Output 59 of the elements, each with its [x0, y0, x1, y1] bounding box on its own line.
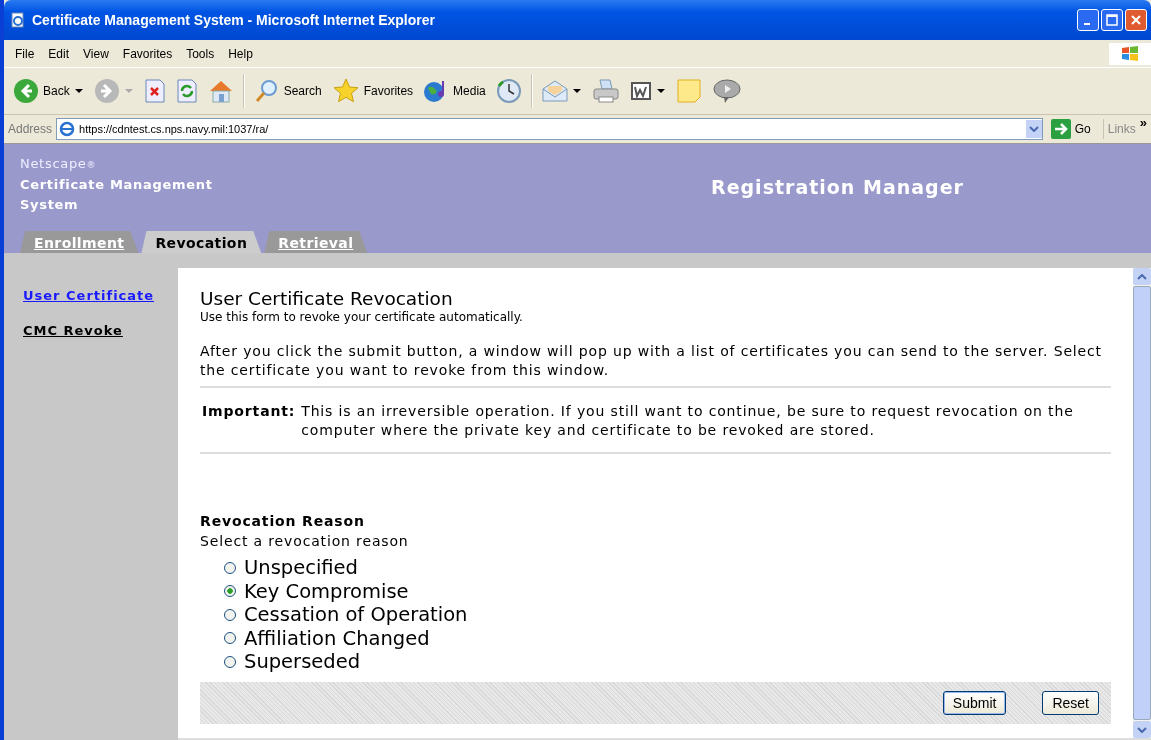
close-button[interactable] — [1125, 9, 1147, 31]
menu-item[interactable]: Help — [221, 46, 260, 61]
form-button[interactable]: Reset — [1042, 690, 1099, 715]
scroll-down-button[interactable] — [1133, 721, 1151, 738]
maximize-icon — [1106, 14, 1118, 26]
chevron-button[interactable]: » — [1139, 115, 1147, 130]
sidebar-link[interactable]: User Certificate — [23, 288, 178, 303]
radio-button[interactable] — [224, 608, 236, 621]
vertical-scrollbar[interactable] — [1133, 268, 1151, 738]
media-button[interactable]: Media — [420, 76, 489, 106]
app-title: Registration Manager — [711, 176, 964, 200]
back-button[interactable]: Back — [10, 76, 73, 106]
address-field[interactable]: https://cdntest.cs.nps.navy.mil:1037/ra/ — [56, 118, 1043, 140]
page-heading: User Certificate Revocation — [200, 288, 454, 309]
scroll-up-button[interactable] — [1133, 268, 1151, 285]
radio-button[interactable] — [224, 655, 236, 668]
maximize-button[interactable] — [1101, 9, 1123, 31]
sidebar-link[interactable]: CMC Revoke — [23, 323, 178, 338]
caret-up-icon — [1137, 273, 1147, 280]
instructions-text: After you click the submit button, a window will pop up with a list of certificates you can send to the server. Select the certificate you want to revoke from this window. — [200, 342, 1111, 388]
product-name: Certificate Management System — [20, 176, 214, 214]
important-text: This is an irreversible operation. If you still want to continue, be sure to request revocation on the computer where the private key and certificate to be revoked are stored. — [301, 402, 1075, 440]
radio-button[interactable] — [224, 632, 236, 645]
radio-option[interactable]: Superseded — [224, 650, 1111, 674]
form-button[interactable]: Submit — [942, 690, 1007, 715]
search-button[interactable]: Search — [250, 76, 325, 106]
menu-item[interactable]: View — [76, 46, 116, 61]
close-icon — [1130, 14, 1142, 26]
section-hint: Select a revocation reason — [200, 532, 410, 551]
star-icon — [331, 78, 360, 104]
windows-logo-icon — [1119, 43, 1141, 64]
dropdown-arrow-icon[interactable] — [656, 88, 665, 94]
favorites-button[interactable]: Favorites — [328, 76, 417, 106]
radio-button[interactable] — [224, 561, 236, 574]
tab[interactable]: Revocation — [141, 231, 262, 253]
dropdown-arrow-icon[interactable] — [74, 88, 83, 94]
radio-option[interactable]: Affiliation Changed — [224, 626, 1111, 650]
go-button[interactable]: Go — [1046, 119, 1104, 139]
important-label: Important: — [202, 402, 296, 421]
minimize-icon — [1083, 23, 1090, 25]
menu-item[interactable]: Favorites — [115, 46, 180, 61]
search-icon — [253, 78, 280, 104]
minimize-button[interactable] — [1077, 9, 1099, 31]
menu-item[interactable]: Edit — [41, 46, 77, 61]
dropdown-button[interactable] — [1025, 120, 1042, 138]
intro-text: Use this form to revoke your certificate automatically. — [200, 310, 524, 324]
radio-option[interactable]: Key Compromise — [224, 579, 1111, 603]
section-heading: Revocation Reason — [200, 512, 366, 531]
right-arrow-icon — [1050, 119, 1071, 139]
radio-button[interactable] — [224, 585, 236, 598]
dropdown-arrow-icon[interactable] — [572, 88, 581, 94]
radio-option[interactable]: Unspecified — [224, 556, 1111, 580]
caret-icon — [1137, 726, 1147, 733]
caret-icon — [1028, 126, 1039, 132]
address-label: Address — [8, 122, 53, 136]
radio-option[interactable]: Cessation of Operation — [224, 603, 1111, 627]
window-title: Certificate Management System - Microsoft Internet Explorer — [32, 12, 436, 28]
menu-item[interactable]: Tools — [179, 46, 222, 61]
menu-item[interactable]: File — [8, 46, 42, 61]
